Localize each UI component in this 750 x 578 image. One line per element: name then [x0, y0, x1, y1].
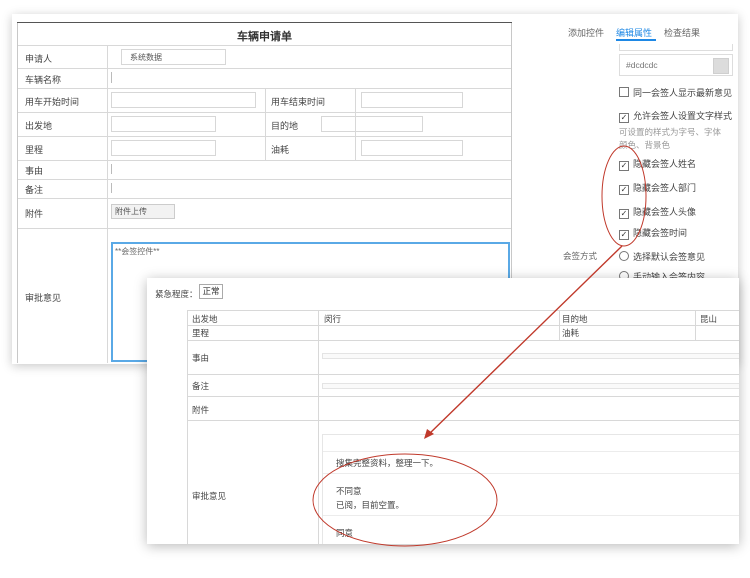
annotation-ellipse-opinions [312, 453, 498, 547]
annotation-arrow-line [426, 245, 623, 437]
annotation-ellipse-checkboxes [601, 145, 647, 247]
annotation-overlay [312, 145, 647, 547]
